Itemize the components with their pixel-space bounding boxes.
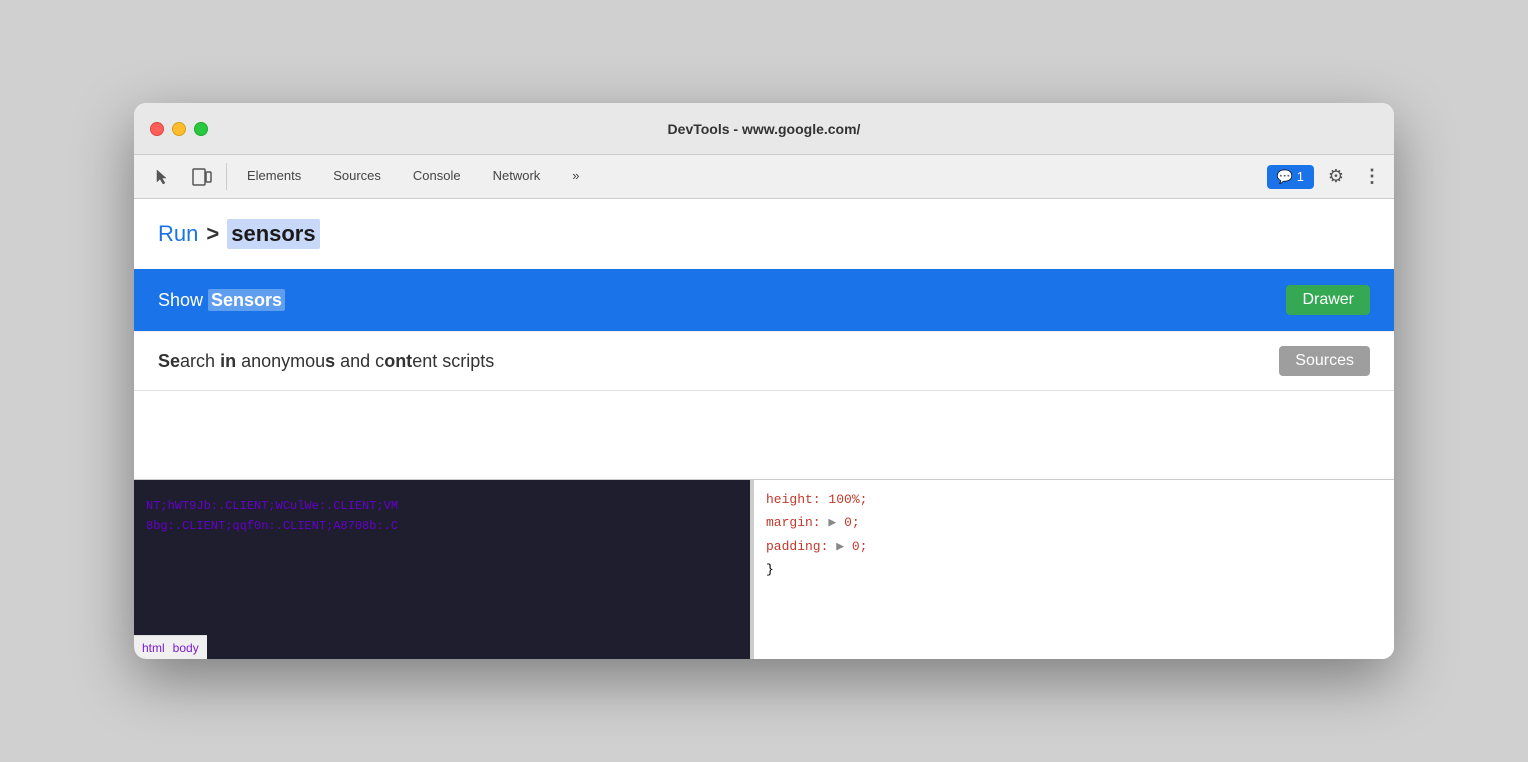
o-bold: o bbox=[384, 351, 395, 371]
sources-badge: Sources bbox=[1279, 346, 1370, 376]
close-button[interactable] bbox=[150, 122, 164, 136]
gear-icon: ⚙ bbox=[1328, 166, 1344, 187]
tab-network[interactable]: Network bbox=[477, 155, 557, 198]
css-line-height: height: 100%; bbox=[766, 488, 1382, 511]
settings-button[interactable]: ⚙ bbox=[1318, 159, 1354, 195]
breadcrumb-body[interactable]: body bbox=[173, 641, 199, 655]
breadcrumb-html[interactable]: html bbox=[142, 641, 165, 655]
more-icon: ⋮ bbox=[1363, 166, 1381, 187]
tab-more[interactable]: » bbox=[556, 155, 595, 198]
more-options-button[interactable]: ⋮ bbox=[1358, 159, 1386, 195]
window-title: DevTools - www.google.com/ bbox=[668, 121, 861, 137]
s-bold: s bbox=[325, 351, 335, 371]
command-result-show-sensors[interactable]: Show Sensors Drawer bbox=[134, 269, 1394, 331]
css-line-margin: margin: ▶ 0; bbox=[766, 511, 1382, 534]
se-bold: Se bbox=[158, 351, 180, 371]
comment-icon: 💬 bbox=[1277, 169, 1293, 185]
dom-line-2: 8bg:.CLIENT;qqf0n:.CLIENT;A8708b:.C bbox=[146, 516, 738, 536]
css-line-padding: padding: ▶ 0; bbox=[766, 535, 1382, 558]
device-toggle-icon[interactable] bbox=[182, 155, 222, 198]
main-content: Run > sensors Show Sensors Drawer Search… bbox=[134, 199, 1394, 659]
minimize-button[interactable] bbox=[172, 122, 186, 136]
result-label-show-sensors: Show Sensors bbox=[158, 290, 1286, 311]
devtools-tabbar: Elements Sources Console Network » 💬 1 ⚙… bbox=[134, 155, 1394, 199]
command-result-search-scripts[interactable]: Search in anonymous and content scripts … bbox=[134, 331, 1394, 390]
devtools-window: DevTools - www.google.com/ Elements Sour… bbox=[134, 103, 1394, 659]
result-label-search: Search in anonymous and content scripts bbox=[158, 351, 1279, 372]
tab-elements[interactable]: Elements bbox=[231, 155, 317, 198]
command-input-row[interactable]: Run > sensors bbox=[134, 199, 1394, 269]
dom-code-content: NT;hWT9Jb:.CLIENT;WCulWe:.CLIENT;VM 8bg:… bbox=[134, 480, 750, 545]
result-match: Sensors bbox=[208, 289, 285, 311]
devtools-right-controls: 💬 1 ⚙ ⋮ bbox=[1267, 155, 1386, 198]
bottom-panel: NT;hWT9Jb:.CLIENT;WCulWe:.CLIENT;VM 8bg:… bbox=[134, 479, 1394, 659]
maximize-button[interactable] bbox=[194, 122, 208, 136]
tab-console[interactable]: Console bbox=[397, 155, 477, 198]
traffic-lights bbox=[150, 122, 208, 136]
command-chevron: > bbox=[206, 221, 219, 247]
css-panel: height: 100%; margin: ▶ 0; padding: ▶ bbox=[754, 480, 1394, 659]
drawer-badge: Drawer bbox=[1286, 285, 1370, 315]
dom-panel: NT;hWT9Jb:.CLIENT;WCulWe:.CLIENT;VM 8bg:… bbox=[134, 480, 750, 659]
nt-bold: nt bbox=[395, 351, 412, 371]
command-palette: Run > sensors Show Sensors Drawer Search… bbox=[134, 199, 1394, 391]
tab-sources[interactable]: Sources bbox=[317, 155, 397, 198]
in-bold: in bbox=[220, 351, 236, 371]
result-prefix: Show bbox=[158, 290, 208, 310]
css-code-content: height: 100%; margin: ▶ 0; padding: ▶ bbox=[766, 488, 1382, 582]
tab-spacer bbox=[596, 155, 1267, 198]
breadcrumb-bar: html body bbox=[134, 635, 207, 659]
run-label: Run bbox=[158, 221, 198, 247]
command-typed-text: sensors bbox=[227, 219, 319, 249]
cursor-icon[interactable] bbox=[142, 155, 182, 198]
dom-line-1: NT;hWT9Jb:.CLIENT;WCulWe:.CLIENT;VM bbox=[146, 488, 738, 516]
titlebar: DevTools - www.google.com/ bbox=[134, 103, 1394, 155]
comments-badge-button[interactable]: 💬 1 bbox=[1267, 165, 1314, 189]
css-closing-brace: } bbox=[766, 558, 1382, 581]
badge-count: 1 bbox=[1297, 169, 1304, 184]
